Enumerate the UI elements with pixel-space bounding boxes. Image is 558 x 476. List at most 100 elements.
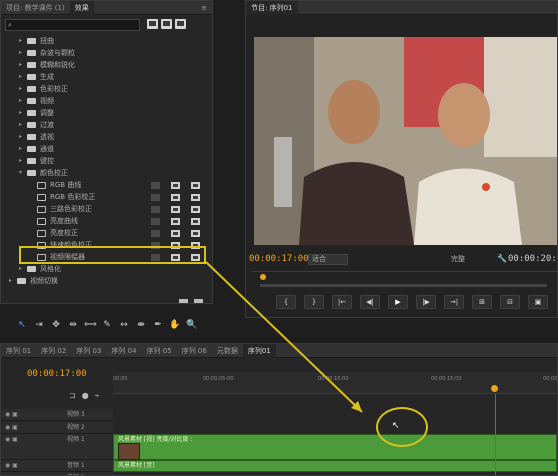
track-header[interactable]: ◉ ▣ 音频 1 [1, 460, 113, 472]
disclosure-closed-icon[interactable]: ▸ [19, 263, 22, 275]
effects-search-field[interactable]: ⌕ [5, 19, 140, 31]
effect-folder[interactable]: ▸ 过渡 [1, 119, 212, 131]
zoom-tool-icon[interactable]: 🔍 [186, 320, 198, 330]
disclosure-open-icon[interactable]: ▾ [19, 167, 22, 179]
timeline-tab[interactable]: 序列 05 [142, 344, 177, 358]
mark-out-button[interactable]: } [304, 295, 324, 309]
go-to-out-button[interactable]: →| [444, 295, 464, 309]
effect-folder[interactable]: ▸ 视频 [1, 95, 212, 107]
mark-in-button[interactable]: { [276, 295, 296, 309]
disclosure-closed-icon[interactable]: ▸ [19, 155, 22, 167]
effect-folder[interactable]: ▸ 视频切换 [1, 275, 212, 287]
accelerated-badge-icon [151, 218, 160, 225]
timeline-tab[interactable]: 元数据 [212, 344, 243, 358]
video-clip[interactable]: 风景素材 [视] 亮度/对比度 : [113, 434, 557, 460]
go-to-in-button[interactable]: |← [332, 295, 352, 309]
slide-tool-icon[interactable]: ⇼ [135, 320, 147, 330]
timeline-playhead[interactable] [491, 385, 498, 392]
disclosure-closed-icon[interactable]: ▸ [19, 95, 22, 107]
razor-tool-icon[interactable]: ✎ [101, 320, 113, 330]
disclosure-closed-icon[interactable]: ▸ [19, 35, 22, 47]
tab-program[interactable]: 节目: 序列01 [246, 1, 298, 15]
rolling-edit-tool-icon[interactable]: ⇹ [67, 320, 79, 330]
disclosure-closed-icon[interactable]: ▸ [19, 107, 22, 119]
effect-folder[interactable]: ▸ 通道 [1, 143, 212, 155]
tab-project[interactable]: 项目: 教学课件 (1) [1, 1, 70, 15]
step-back-button[interactable]: ◀| [360, 295, 380, 309]
snap-icon[interactable]: ⊐ [69, 391, 76, 400]
effect-folder[interactable]: ▸ 杂波与颗粒 [1, 47, 212, 59]
yuv-effects-icon[interactable] [175, 19, 186, 29]
timeline-tab[interactable]: 序列 04 [106, 344, 141, 358]
disclosure-closed-icon[interactable]: ▸ [19, 83, 22, 95]
marker-icon[interactable]: ● [82, 391, 89, 400]
effect-folder[interactable]: ▸ 扭曲 [1, 35, 212, 47]
timeline-tab[interactable]: 序列 01 [1, 344, 36, 358]
effect-item[interactable]: 三路色彩校正 [1, 203, 212, 215]
wrench-icon[interactable]: 🔧 [497, 254, 507, 263]
timeline-timecode[interactable]: 00:00:17:00 [27, 369, 87, 379]
disclosure-closed-icon[interactable]: ▸ [19, 59, 22, 71]
pen-tool-icon[interactable]: ✒ [152, 320, 164, 330]
play-button[interactable]: ▶ [388, 295, 408, 309]
disclosure-closed-icon[interactable]: ▸ [9, 275, 12, 287]
effect-folder[interactable]: ▸ 模糊和锐化 [1, 59, 212, 71]
selection-tool-icon[interactable]: ↖ [16, 320, 28, 330]
link-icon[interactable]: ⌁ [95, 391, 100, 400]
track-header[interactable]: ◉ ▣ 视频 1 [1, 434, 113, 460]
overwrite-button[interactable]: ⊟ [500, 295, 520, 309]
hand-tool-icon[interactable]: ✋ [169, 320, 181, 330]
disclosure-closed-icon[interactable]: ▸ [19, 47, 22, 59]
program-scrub-bar[interactable] [260, 284, 547, 287]
effect-folder[interactable]: ▸ 调整 [1, 107, 212, 119]
effect-item[interactable]: RGB 曲线 [1, 179, 212, 191]
time-ruler[interactable]: 00:00 00:00:05:00 00:00:10:00 00:00:15:00 00… [113, 372, 557, 394]
effect-folder[interactable]: ▸ 色彩校正 [1, 83, 212, 95]
timeline-tab[interactable]: 序列 02 [36, 344, 71, 358]
rate-stretch-tool-icon[interactable]: ⟺ [84, 320, 97, 330]
program-mini-timeline[interactable] [252, 271, 557, 289]
track-header[interactable]: ◉ ▣ 视频 3 [1, 409, 113, 421]
panel-menu-icon[interactable]: ≡ [196, 1, 212, 15]
track-header[interactable]: ◉ ▣音频 2 [1, 472, 113, 475]
track-visibility-icon[interactable]: ◉ ▣ [5, 424, 18, 431]
32bit-effects-icon[interactable] [161, 19, 172, 29]
timeline-tab[interactable]: 序列 06 [177, 344, 212, 358]
timeline-tab[interactable]: 序列01 [242, 344, 276, 358]
track-visibility-icon[interactable]: ◉ ▣ [5, 436, 18, 443]
disclosure-closed-icon[interactable]: ▸ [19, 119, 22, 131]
ruler-tick-label: 00:00:10:00 [318, 376, 349, 382]
effect-item[interactable]: 亮度曲线 [1, 215, 212, 227]
mouse-cursor-icon: ↖ [392, 421, 400, 431]
zoom-fit-select[interactable]: 适合 [308, 254, 348, 265]
track-visibility-icon[interactable]: ◉ ▣ [5, 462, 18, 469]
effect-folder[interactable]: ▾ 颜色校正 [1, 167, 212, 179]
audio-clip[interactable]: 风景素材 [音] [113, 460, 557, 472]
export-frame-button[interactable]: ▣ [528, 295, 548, 309]
effect-folder[interactable]: ▸ 生成 [1, 71, 212, 83]
effect-folder[interactable]: ▸ 透视 [1, 131, 212, 143]
track-select-tool-icon[interactable]: ⇥ [33, 320, 45, 330]
slip-tool-icon[interactable]: ↔ [118, 320, 130, 330]
playback-quality-select[interactable]: 完整 [451, 254, 491, 265]
timeline-tab[interactable]: 序列 03 [71, 344, 106, 358]
step-forward-button[interactable]: |▶ [416, 295, 436, 309]
effect-folder[interactable]: ▸ 键控 [1, 155, 212, 167]
tab-effects[interactable]: 效果 [69, 1, 94, 15]
accelerated-effects-icon[interactable] [147, 19, 158, 29]
trash-icon[interactable] [194, 299, 203, 303]
ripple-edit-tool-icon[interactable]: ✥ [50, 320, 62, 330]
disclosure-closed-icon[interactable]: ▸ [19, 131, 22, 143]
effect-item[interactable]: RGB 色彩校正 [1, 191, 212, 203]
disclosure-closed-icon[interactable]: ▸ [19, 71, 22, 83]
program-playhead[interactable] [260, 274, 266, 280]
effects-search-input[interactable] [13, 21, 134, 29]
effect-folder[interactable]: ▸ 风格化 [1, 263, 212, 275]
track-header[interactable]: ◉ ▣ 视频 2 [1, 422, 113, 434]
effect-item[interactable]: 亮度校正 [1, 227, 212, 239]
track-visibility-icon[interactable]: ◉ ▣ [5, 411, 18, 418]
disclosure-closed-icon[interactable]: ▸ [19, 143, 22, 155]
insert-button[interactable]: ⊞ [472, 295, 492, 309]
new-bin-icon[interactable] [179, 299, 188, 303]
program-current-timecode[interactable]: 00:00:17:00 [249, 254, 309, 264]
